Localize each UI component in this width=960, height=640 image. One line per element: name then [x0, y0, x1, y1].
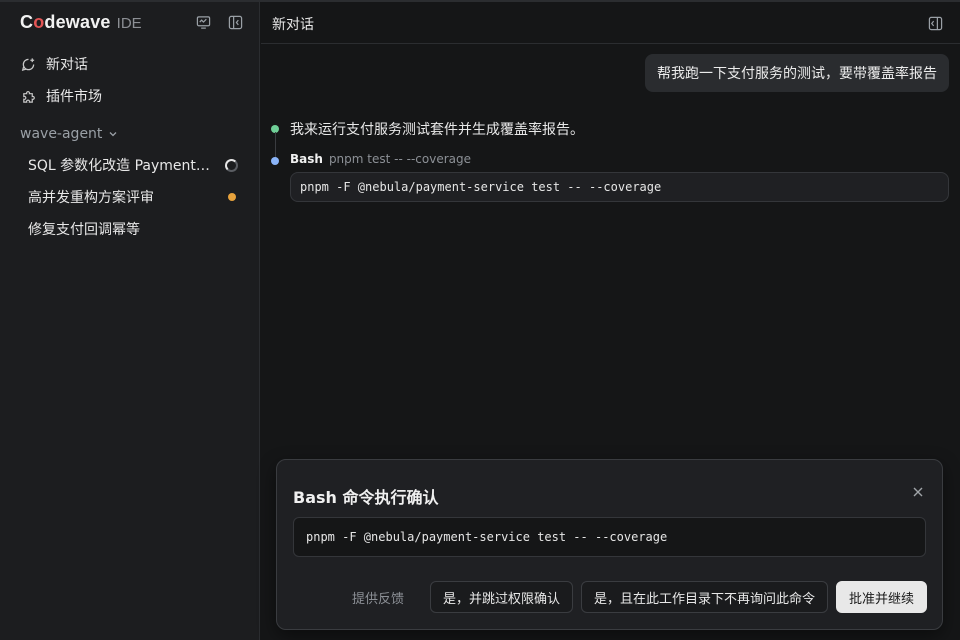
page-title: 新对话 [272, 17, 314, 33]
session-item[interactable]: 修复支付回调幂等 [28, 218, 240, 240]
dialog-actions: 提供反馈 是，并跳过权限确认 是，且在此工作目录下不再询问此命令 批准并继续 [338, 581, 927, 613]
session-item[interactable]: SQL 参数化改造 PaymentService [28, 154, 240, 176]
new-chat-icon [20, 56, 36, 72]
dialog-command-block: pnpm -F @nebula/payment-service test -- … [293, 517, 926, 557]
feedback-button[interactable]: 提供反馈 [338, 581, 418, 613]
status-dot-blue-icon [271, 157, 279, 165]
approve-remember-button[interactable]: 是，且在此工作目录下不再询问此命令 [580, 581, 828, 613]
nav-plugin-market[interactable]: 插件市场 [20, 86, 102, 106]
nav-new-chat-label: 新对话 [46, 57, 88, 73]
workspace-section-header[interactable]: wave-agent [20, 126, 118, 142]
close-icon[interactable] [910, 484, 926, 500]
bash-confirm-dialog: Bash 命令执行确认 pnpm -F @nebula/payment-serv… [276, 459, 943, 630]
approve-skip-button[interactable]: 是，并跳过权限确认 [429, 581, 573, 613]
puzzle-icon [20, 88, 36, 104]
loading-spinner-icon [225, 158, 238, 172]
brand-name: Codewave [20, 12, 111, 32]
monitor-icon[interactable] [193, 12, 213, 32]
tool-command-block: pnpm -F @nebula/payment-service test -- … [290, 172, 949, 202]
session-title: 高并发重构方案评审 [28, 190, 154, 206]
user-message: 帮我跑一下支付服务的测试，要带覆盖率报告 [645, 54, 949, 92]
approve-continue-button[interactable]: 批准并继续 [835, 581, 927, 613]
session-title: 修复支付回调幂等 [28, 222, 140, 238]
tool-description: pnpm test -- --coverage [328, 152, 471, 166]
tool-name: Bash [290, 152, 323, 166]
session-item[interactable]: 高并发重构方案评审 [28, 186, 240, 208]
sidebar: Codewave IDE 新对话 插件市场 wave-agent SQL 参数化… [0, 2, 260, 640]
workspace-label: wave-agent [20, 126, 103, 142]
toggle-panel-icon[interactable] [925, 13, 945, 33]
chat-header: 新对话 [261, 2, 960, 44]
chevron-down-icon [108, 129, 118, 139]
tool-call-header[interactable]: Bash pnpm test -- --coverage [290, 152, 471, 166]
dialog-title: Bash 命令执行确认 [293, 488, 439, 507]
timeline-connector [275, 132, 276, 158]
session-title: SQL 参数化改造 PaymentService [28, 158, 214, 174]
brand-logo: Codewave IDE [20, 12, 142, 32]
unread-dot-icon [228, 193, 236, 201]
nav-new-chat[interactable]: 新对话 [20, 54, 88, 74]
app-window: Codewave IDE 新对话 插件市场 wave-agent SQL 参数化… [0, 0, 960, 640]
brand-suffix: IDE [116, 15, 142, 32]
assistant-message: 我来运行支付服务测试套件并生成覆盖率报告。 [290, 122, 584, 138]
chat-panel: 新对话 帮我跑一下支付服务的测试，要带覆盖率报告 我来运行支付服务测试套件并生成… [261, 2, 960, 640]
collapse-sidebar-icon[interactable] [225, 12, 245, 32]
nav-plugin-market-label: 插件市场 [46, 89, 102, 105]
